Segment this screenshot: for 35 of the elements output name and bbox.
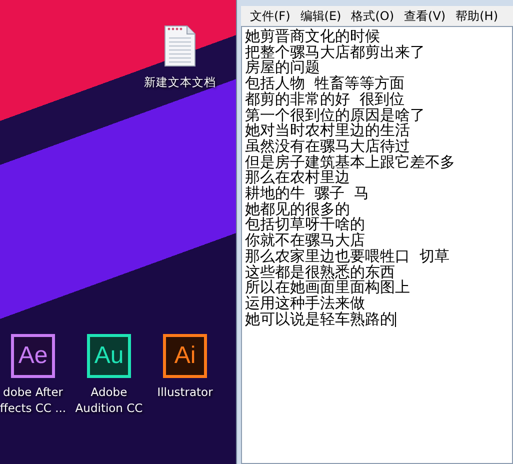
text-line: 这些都是很熟悉的东西 xyxy=(245,264,395,280)
text-line: 那么在农村里边 xyxy=(245,170,350,186)
app-label: ffects CC ... xyxy=(0,400,66,416)
text-document-icon[interactable] xyxy=(163,24,197,68)
app-label: dobe After xyxy=(3,384,63,400)
text-line: 运用这种手法来做 xyxy=(245,296,365,312)
text-line: 虽然没有在骡马大店待过 xyxy=(245,138,410,155)
menu-item[interactable]: 格式(O) xyxy=(346,6,400,26)
text-line: 耕地的牛 骡子 马 xyxy=(245,186,370,202)
text-line: 她都见的很多的 xyxy=(245,202,351,218)
text-line: 她剪晋商文化的时候 xyxy=(245,29,381,45)
text-line: 第一个很到位的原因是啥了 xyxy=(245,108,426,124)
menu-item[interactable]: 查看(V) xyxy=(399,6,451,26)
menu-item[interactable]: 文件(F) xyxy=(245,6,296,26)
menu-item[interactable]: 编辑(E) xyxy=(295,6,346,26)
app-icon[interactable]: Ai xyxy=(163,334,207,378)
text-cursor xyxy=(395,312,396,327)
text-line: 她对当时农村里边的生活 xyxy=(245,123,411,139)
text-line: 你就不在骡马大店 xyxy=(245,233,366,249)
text-line: 包括切草呀干啥的 xyxy=(245,217,366,234)
app-icon[interactable]: Ae xyxy=(11,334,55,378)
file-label: 新建文本文档 xyxy=(144,74,216,90)
app-label: Adobe xyxy=(90,384,128,400)
app-label: Illustrator xyxy=(157,384,213,400)
text-line: 所以在她画面里面构图上 xyxy=(245,280,411,296)
text-line: 都剪的非常的好 很到位 xyxy=(245,92,406,108)
app-label: Audition CC xyxy=(75,400,143,416)
text-line: 包括人物 牲畜等等方面 xyxy=(245,76,406,92)
menu-item[interactable]: 帮助(H) xyxy=(450,6,503,26)
text-line: 但是房子建筑基本上跟它差不多 xyxy=(245,154,456,170)
text-line: 房屋的问题 xyxy=(245,60,320,76)
text-line: 把整个骡马大店都剪出来了 xyxy=(245,44,426,60)
text-line: 那么农家里边也要喂牲口 切草 xyxy=(245,248,451,265)
text-line: 她可以说是轻车熟路的 xyxy=(245,312,395,328)
app-icon[interactable]: Au xyxy=(87,334,131,378)
